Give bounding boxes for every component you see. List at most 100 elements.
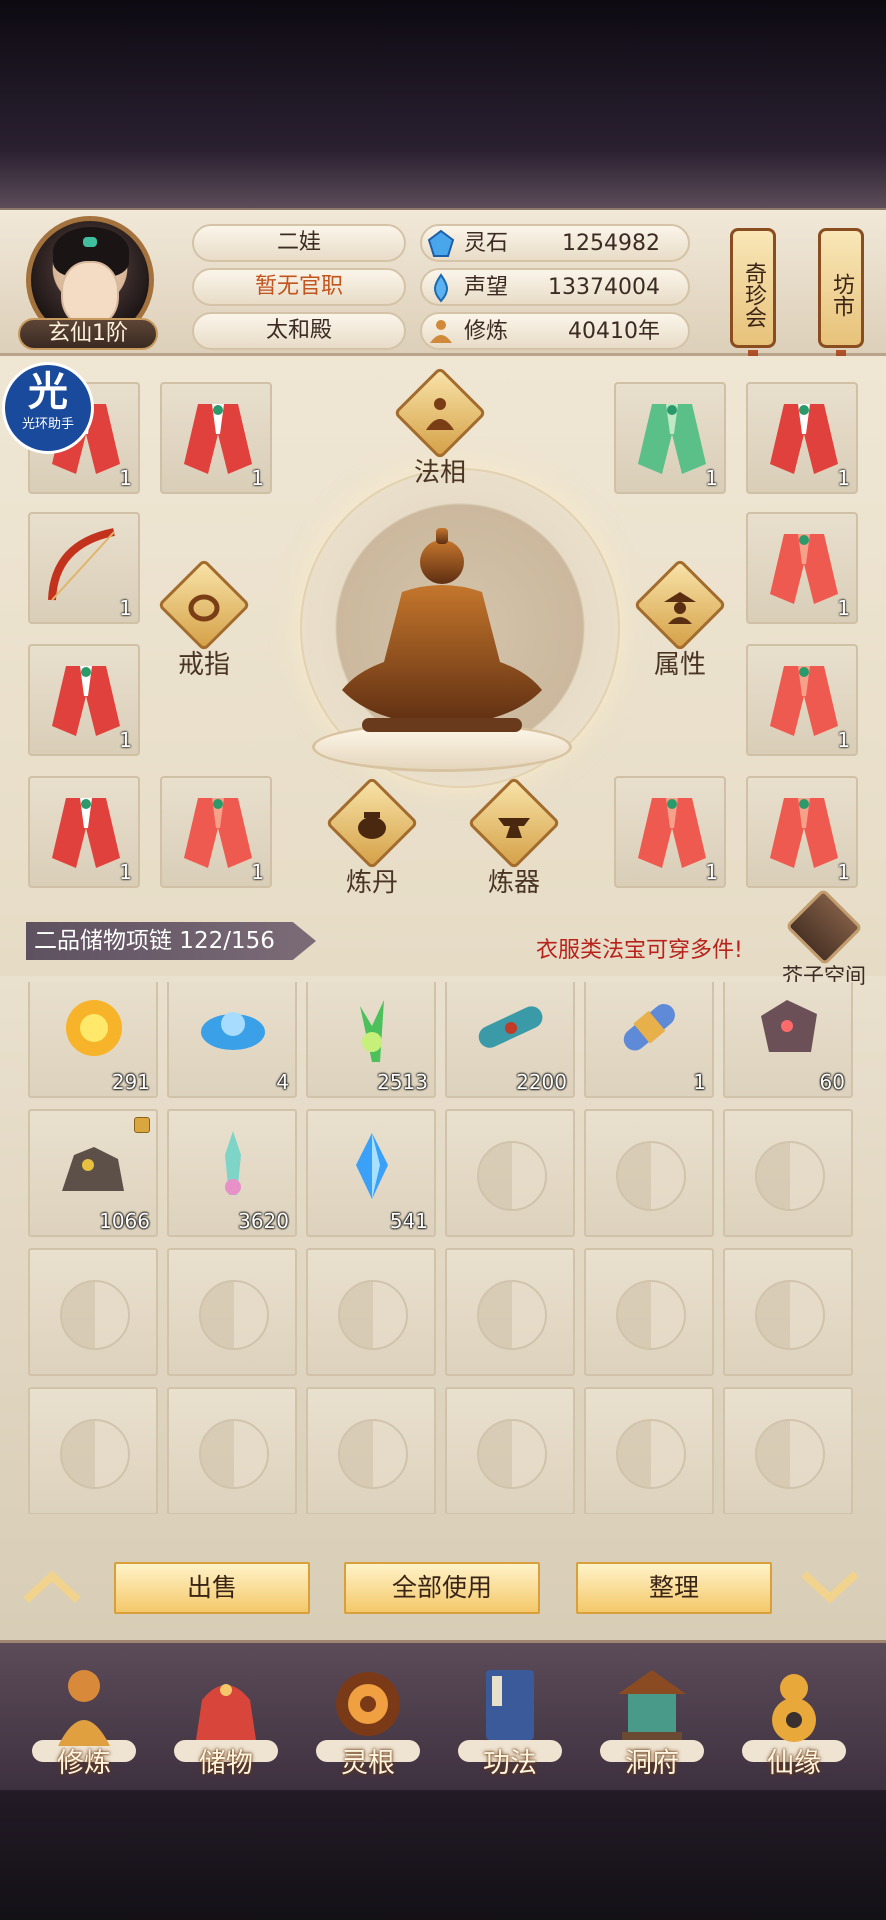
nav-tab-6[interactable]: 仙缘	[734, 1660, 854, 1780]
yin-yang-icon	[199, 1280, 269, 1350]
empty-bag-slot[interactable]	[445, 1248, 575, 1376]
official-title: 暂无官职	[192, 268, 406, 306]
nav-tab-2[interactable]: 储物	[166, 1660, 286, 1780]
equipment-slot[interactable]: 1	[614, 776, 726, 888]
empty-bag-slot[interactable]	[28, 1387, 158, 1514]
nav-tab-label: 储物	[199, 1748, 253, 1779]
bag-item-dark-stone[interactable]: 60	[723, 982, 853, 1098]
red-dress-icon	[770, 534, 838, 604]
item-count: 1	[119, 466, 132, 490]
empty-bag-slot[interactable]	[167, 1248, 297, 1376]
bag-item-fire-flower[interactable]: 291	[28, 982, 158, 1098]
monk-icon	[58, 1670, 110, 1746]
empty-bag-slot[interactable]	[584, 1109, 714, 1237]
sell-button[interactable]: 出售	[114, 1562, 310, 1614]
yin-yang-icon	[616, 1419, 686, 1489]
ore-pile-icon	[62, 1147, 124, 1191]
bag-item-blue-crystal[interactable]: 541	[306, 1109, 436, 1237]
empty-bag-slot[interactable]	[723, 1109, 853, 1237]
yin-yang-icon	[755, 1280, 825, 1350]
bag-item-teal-scroll[interactable]: 2200	[445, 982, 575, 1098]
item-count: 1	[705, 466, 718, 490]
market-button[interactable]: 坊市	[818, 228, 864, 348]
bag-item-jade-sword[interactable]: 3620	[167, 1109, 297, 1237]
item-count: 1	[837, 466, 850, 490]
gourd-icon	[772, 1674, 816, 1742]
nav-tab-1[interactable]: 修炼	[24, 1660, 144, 1780]
item-count: 1	[837, 728, 850, 752]
equipment-slot[interactable]: 1	[160, 776, 272, 888]
resource-spirit-stone: 灵石 1254982	[420, 224, 690, 262]
item-count: 1	[119, 596, 132, 620]
red-dress-icon	[184, 798, 252, 868]
item-count: 291	[111, 1070, 150, 1094]
equipment-slot[interactable]: 1	[28, 644, 140, 756]
forge-button[interactable]: 炼器	[454, 776, 574, 899]
empty-bag-slot[interactable]	[445, 1109, 575, 1237]
item-count: 1	[837, 596, 850, 620]
nav-tab-3[interactable]: 灵根	[308, 1660, 428, 1780]
hat-figure-icon	[664, 592, 696, 624]
item-count: 2513	[377, 1070, 428, 1094]
yin-yang-icon	[477, 1141, 547, 1211]
nav-tab-5[interactable]: 洞府	[592, 1660, 712, 1780]
blue-scroll-icon	[623, 1004, 675, 1051]
sect-name: 太和殿	[192, 312, 406, 350]
pavilion-icon	[618, 1670, 686, 1740]
mustard-space-button[interactable]: 芥子空间	[776, 888, 872, 990]
game-screen: 玄仙1阶 二娃 暂无官职 太和殿 灵石 1254982 声望 13374004 …	[0, 0, 886, 1920]
empty-bag-slot[interactable]	[584, 1387, 714, 1514]
yin-yang-icon	[755, 1419, 825, 1489]
item-count: 1	[705, 860, 718, 884]
red-robe-icon	[52, 666, 120, 736]
equipment-slot[interactable]: 1	[160, 382, 272, 494]
scroll-down-arrow-icon[interactable]	[800, 1570, 860, 1604]
bag-item-green-herb[interactable]: 2513	[306, 982, 436, 1098]
empty-bag-slot[interactable]	[584, 1248, 714, 1376]
faxiang-button[interactable]: 法相	[380, 366, 500, 489]
item-count: 60	[819, 1070, 845, 1094]
nav-tab-label: 仙缘	[767, 1748, 821, 1779]
bag-item-water-orb[interactable]: 4	[167, 982, 297, 1098]
treasure-auction-button[interactable]: 奇珍会	[730, 228, 776, 348]
equipment-slot[interactable]: 1	[746, 644, 858, 756]
empty-bag-slot[interactable]	[723, 1248, 853, 1376]
empty-bag-slot[interactable]	[306, 1387, 436, 1514]
nav-tab-label: 修炼	[57, 1748, 111, 1779]
equip-hint: 衣服类法宝可穿多件!	[536, 938, 743, 963]
nav-tab-label: 洞府	[625, 1748, 679, 1779]
empty-bag-slot[interactable]	[445, 1387, 575, 1514]
empty-bag-slot[interactable]	[167, 1387, 297, 1514]
meditating-figure-icon	[342, 528, 542, 732]
equipment-slot[interactable]: 1	[28, 512, 140, 624]
scroll-up-arrow-icon[interactable]	[22, 1570, 82, 1604]
yin-yang-icon	[60, 1280, 130, 1350]
item-count: 1	[251, 860, 264, 884]
equipment-slot[interactable]: 1	[746, 776, 858, 888]
equipment-slot[interactable]: 1	[28, 776, 140, 888]
bag-item-ore-pile[interactable]: 1066	[28, 1109, 158, 1237]
sort-button[interactable]: 整理	[576, 1562, 772, 1614]
red-dress-icon	[770, 666, 838, 736]
nav-tab-4[interactable]: 功法	[450, 1660, 570, 1780]
equipment-slot[interactable]: 1	[746, 512, 858, 624]
empty-bag-slot[interactable]	[28, 1248, 158, 1376]
empty-bag-slot[interactable]	[723, 1387, 853, 1514]
guanghuan-assistant-logo[interactable]: 光 光环助手	[2, 362, 94, 454]
equipment-slot[interactable]: 1	[614, 382, 726, 494]
empty-bag-slot[interactable]	[306, 1248, 436, 1376]
use-all-button[interactable]: 全部使用	[344, 1562, 540, 1614]
bag-item-blue-scroll[interactable]: 1	[584, 982, 714, 1098]
blue-crystal-icon	[356, 1133, 388, 1199]
attributes-button[interactable]: 属性	[620, 558, 740, 681]
equipment-slot[interactable]: 1	[746, 382, 858, 494]
item-count: 1	[837, 860, 850, 884]
triskelion-icon	[336, 1672, 400, 1736]
reputation-icon	[434, 273, 448, 303]
dark-stone-icon	[761, 1000, 817, 1052]
red-dress-icon	[770, 798, 838, 868]
bag-title: 二品储物项链 122/156	[34, 928, 275, 954]
alchemy-button[interactable]: 炼丹	[312, 776, 432, 899]
red-robe-icon	[184, 404, 252, 474]
ring-button[interactable]: 戒指	[144, 558, 264, 681]
